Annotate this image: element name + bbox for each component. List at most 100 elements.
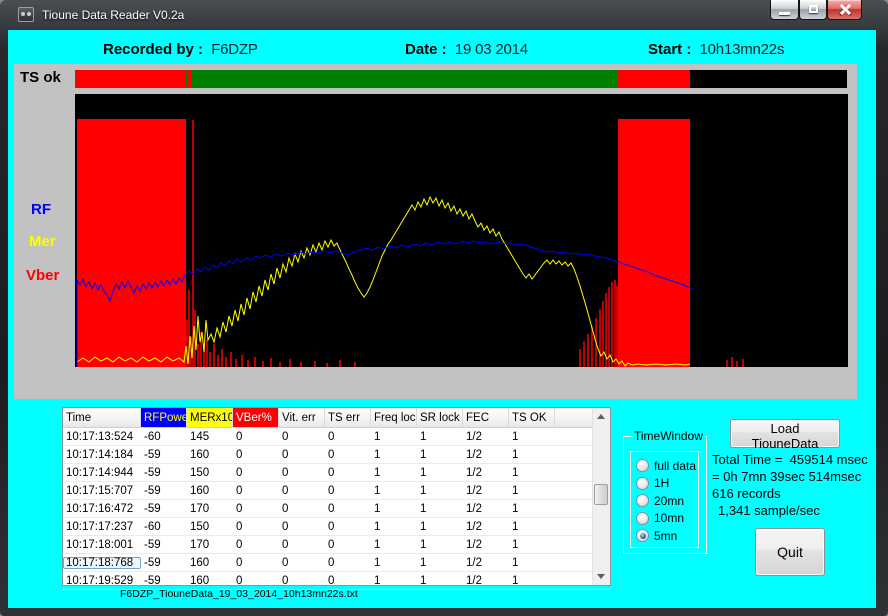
data-table[interactable]: TimeRFPowerMERx10VBer%Vit. errTS errFreq… <box>62 407 611 586</box>
table-cell[interactable]: 1 <box>509 431 555 443</box>
table-cell[interactable]: 1 <box>371 557 417 569</box>
table-cell[interactable]: 1 <box>509 485 555 497</box>
table-cell[interactable]: 1/2 <box>463 575 509 587</box>
table-cell[interactable]: 10:17:19:529 <box>63 575 141 587</box>
table-cell[interactable]: 0 <box>233 575 279 587</box>
vertical-scrollbar[interactable] <box>592 408 610 585</box>
table-cell[interactable]: 1 <box>371 521 417 533</box>
table-cell[interactable]: 1/2 <box>463 467 509 479</box>
table-cell[interactable]: -60 <box>141 431 187 443</box>
table-cell[interactable]: 1 <box>509 503 555 515</box>
column-header[interactable]: VBer% <box>233 408 279 427</box>
table-cell[interactable]: -60 <box>141 521 187 533</box>
scroll-up-button[interactable] <box>593 408 609 425</box>
table-cell[interactable]: 0 <box>325 539 371 551</box>
table-cell[interactable]: 150 <box>187 467 233 479</box>
table-cell[interactable]: -59 <box>141 503 187 515</box>
table-cell[interactable]: -59 <box>141 557 187 569</box>
table-cell[interactable]: 1 <box>417 485 463 497</box>
table-cell[interactable]: 1 <box>371 449 417 461</box>
table-cell[interactable]: 1 <box>417 521 463 533</box>
table-row[interactable]: 10:17:18:768-59160000111/21 <box>63 554 610 572</box>
table-cell[interactable]: 1 <box>417 449 463 461</box>
column-header[interactable]: Vit. err <box>279 408 325 427</box>
table-cell[interactable]: 0 <box>233 485 279 497</box>
table-cell[interactable]: 0 <box>325 575 371 587</box>
table-row[interactable]: 10:17:18:001-59170000111/21 <box>63 536 610 554</box>
table-cell[interactable]: 170 <box>187 539 233 551</box>
radio-10mn[interactable]: 10mn <box>636 510 698 527</box>
quit-button[interactable]: Quit <box>755 528 825 576</box>
minimize-button[interactable] <box>770 0 799 20</box>
table-cell[interactable]: 1 <box>417 575 463 587</box>
table-cell[interactable]: 0 <box>279 575 325 587</box>
table-cell[interactable]: 150 <box>187 521 233 533</box>
table-cell[interactable]: 160 <box>187 449 233 461</box>
table-cell[interactable]: -59 <box>141 467 187 479</box>
table-row[interactable]: 10:17:13:524-60145000111/21 <box>63 428 610 446</box>
table-row[interactable]: 10:17:17:237-60150000111/21 <box>63 518 610 536</box>
table-cell[interactable]: 10:17:13:524 <box>63 431 141 443</box>
table-cell[interactable]: -59 <box>141 539 187 551</box>
table-cell[interactable]: 1/2 <box>463 521 509 533</box>
table-cell[interactable]: 0 <box>325 431 371 443</box>
column-header[interactable]: MERx10 <box>187 408 233 427</box>
table-cell[interactable]: 0 <box>325 557 371 569</box>
table-cell[interactable]: 10:17:16:472 <box>63 503 141 515</box>
table-cell[interactable]: 0 <box>233 503 279 515</box>
table-cell[interactable]: 160 <box>187 557 233 569</box>
table-cell[interactable]: 0 <box>233 521 279 533</box>
table-cell[interactable]: 1 <box>371 539 417 551</box>
radio-5mn[interactable]: 5mn <box>636 527 698 544</box>
table-cell[interactable]: 1 <box>509 557 555 569</box>
table-cell[interactable]: 0 <box>325 485 371 497</box>
column-header[interactable]: Time <box>63 408 141 427</box>
table-cell[interactable]: 1/2 <box>463 557 509 569</box>
table-cell[interactable]: 1 <box>417 467 463 479</box>
scroll-down-button[interactable] <box>593 568 609 585</box>
table-cell[interactable]: 1/2 <box>463 539 509 551</box>
column-header[interactable]: FEC <box>463 408 509 427</box>
table-row[interactable]: 10:17:14:944-59150000111/21 <box>63 464 610 482</box>
table-cell[interactable]: 0 <box>325 521 371 533</box>
table-row[interactable]: 10:17:15:707-59160000111/21 <box>63 482 610 500</box>
table-cell[interactable]: 1 <box>417 431 463 443</box>
table-cell[interactable]: 1 <box>509 449 555 461</box>
table-cell[interactable]: 170 <box>187 503 233 515</box>
table-cell[interactable]: 160 <box>187 485 233 497</box>
radio-20mn[interactable]: 20mn <box>636 492 698 509</box>
table-cell[interactable]: 10:17:14:184 <box>63 449 141 461</box>
table-cell[interactable]: 10:17:14:944 <box>63 467 141 479</box>
table-cell[interactable]: 0 <box>233 431 279 443</box>
table-cell[interactable]: 1 <box>417 539 463 551</box>
table-cell[interactable]: 10:17:15:707 <box>63 485 141 497</box>
table-cell[interactable]: 1 <box>371 575 417 587</box>
table-cell[interactable]: 0 <box>279 557 325 569</box>
table-cell[interactable]: 1/2 <box>463 449 509 461</box>
radio-1h[interactable]: 1H <box>636 475 698 492</box>
column-header[interactable]: Freq lock <box>371 408 417 427</box>
table-cell[interactable]: -59 <box>141 449 187 461</box>
table-cell[interactable]: 1 <box>417 503 463 515</box>
table-cell[interactable]: 1 <box>371 431 417 443</box>
table-cell[interactable]: 1 <box>417 557 463 569</box>
load-tiounedata-button[interactable]: Load TiouneData <box>730 419 840 448</box>
table-cell[interactable]: 1/2 <box>463 431 509 443</box>
table-cell[interactable]: 1 <box>509 467 555 479</box>
table-cell[interactable]: 0 <box>233 539 279 551</box>
table-cell[interactable]: 0 <box>325 449 371 461</box>
table-cell[interactable]: 0 <box>233 467 279 479</box>
table-cell[interactable]: 0 <box>279 485 325 497</box>
table-cell[interactable]: 0 <box>279 431 325 443</box>
table-row[interactable]: 10:17:14:184-59160000111/21 <box>63 446 610 464</box>
table-cell[interactable]: 0 <box>279 467 325 479</box>
table-cell[interactable]: 0 <box>325 503 371 515</box>
table-cell[interactable]: 1 <box>371 467 417 479</box>
table-cell[interactable]: 145 <box>187 431 233 443</box>
table-cell[interactable]: 1 <box>509 539 555 551</box>
column-header[interactable]: TS err <box>325 408 371 427</box>
table-cell[interactable]: 1 <box>371 485 417 497</box>
table-cell[interactable]: 10:17:18:001 <box>63 539 141 551</box>
close-button[interactable] <box>827 0 862 20</box>
table-cell[interactable]: 0 <box>233 449 279 461</box>
